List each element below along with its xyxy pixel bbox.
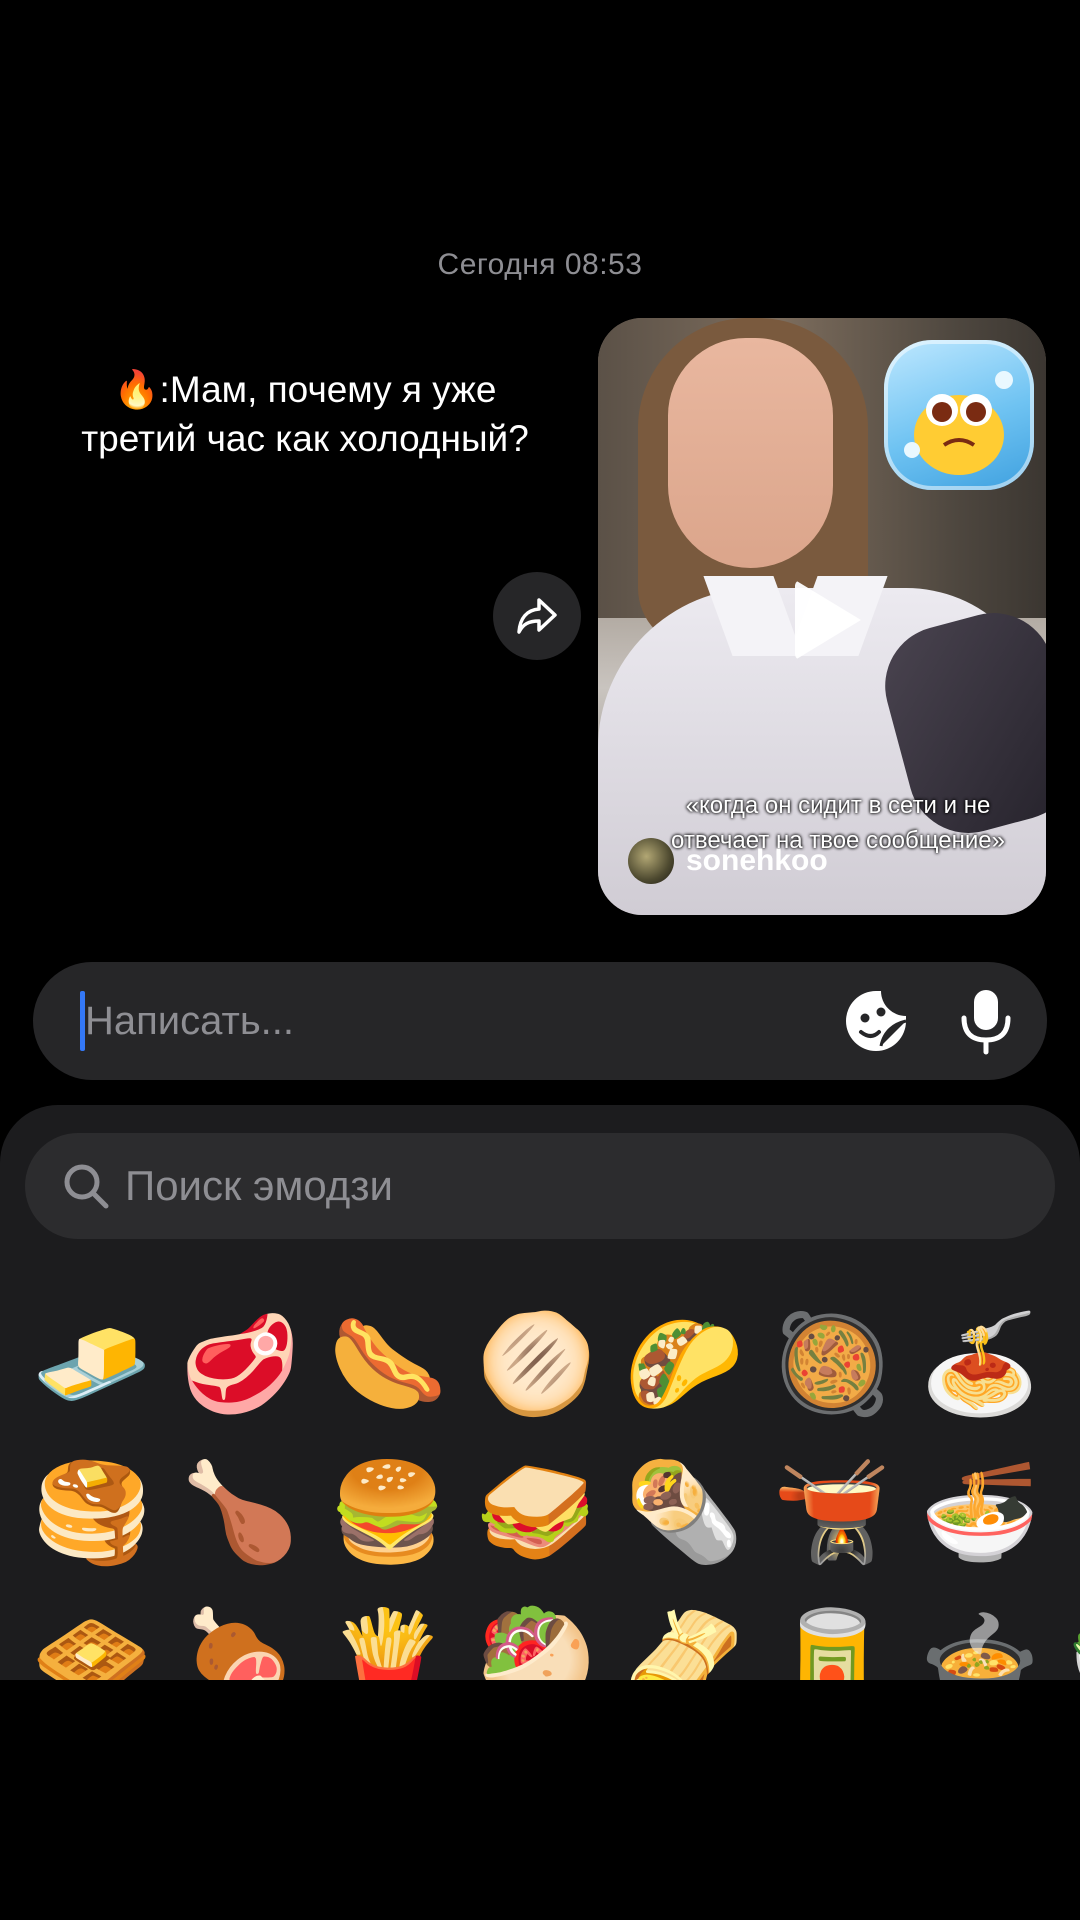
emoji-button[interactable]: 🥙 — [462, 1586, 610, 1680]
emoji-button[interactable]: 🍖 — [166, 1586, 314, 1680]
message-composer[interactable]: Написать... — [33, 962, 1047, 1080]
play-icon[interactable] — [795, 580, 861, 660]
emoji-button[interactable]: 🫕 — [758, 1438, 906, 1586]
emoji-button[interactable]: 🧇 — [18, 1586, 166, 1680]
video-person-face — [668, 338, 833, 568]
emoji-search-field[interactable]: Поиск эмодзи — [25, 1133, 1055, 1239]
emoji-button[interactable]: 🧈 — [18, 1290, 166, 1438]
emoji-button[interactable]: 🌮 — [610, 1290, 758, 1438]
emoji-button[interactable]: 🥫 — [758, 1586, 906, 1680]
emoji-button[interactable]: 🥗 — [1054, 1586, 1080, 1680]
emoji-button[interactable]: 🌭 — [314, 1290, 462, 1438]
share-arrow-icon — [517, 598, 557, 634]
microphone-button[interactable] — [951, 986, 1021, 1056]
emoji-button[interactable]: 🍟 — [314, 1586, 462, 1680]
share-button[interactable] — [493, 572, 581, 660]
emoji-button[interactable]: 🥪 — [462, 1438, 610, 1586]
author-name: sonehkoo — [686, 844, 828, 877]
emoji-button[interactable]: 🍗 — [166, 1438, 314, 1586]
emoji-picker: Поиск эмодзи 🧈🥩🌭🫓🌮🥘🍝🥚 🥞🍗🍔🥪🌯🫕🍜🧂 🧇🍖🍟🥙🫔🥫🍲🥗 — [0, 1105, 1080, 1680]
emoji-button[interactable]: 🥩 — [166, 1290, 314, 1438]
chat-screen: Сегодня 08:53 🔥:Мам, почему я уже третий… — [0, 0, 1080, 1920]
emoji-button[interactable]: 🍜 — [906, 1438, 1054, 1586]
author-avatar — [628, 838, 674, 884]
video-message[interactable]: «когда он сидит в сети и не отвечает на … — [598, 318, 1046, 915]
emoji-button[interactable]: 🥞 — [18, 1438, 166, 1586]
emoji-button[interactable]: 🥘 — [758, 1290, 906, 1438]
bottom-area — [0, 1680, 1080, 1920]
sticker-icon — [846, 991, 907, 1051]
emoji-button[interactable]: 🥚 — [1054, 1290, 1080, 1438]
emoji-button[interactable]: 🧂 — [1054, 1438, 1080, 1586]
emoji-button[interactable]: 🍔 — [314, 1438, 462, 1586]
microphone-icon — [961, 990, 1011, 1055]
emoji-grid: 🧈🥩🌭🫓🌮🥘🍝🥚 🥞🍗🍔🥪🌯🫕🍜🧂 🧇🍖🍟🥙🫔🥫🍲🥗 — [18, 1290, 1080, 1680]
emoji-button[interactable]: 🌯 — [610, 1438, 758, 1586]
video-overlay-caption: 🔥:Мам, почему я уже третий час как холод… — [81, 369, 529, 459]
emoji-button[interactable]: 🍲 — [906, 1586, 1054, 1680]
emoji-button[interactable]: 🫓 — [462, 1290, 610, 1438]
message-timestamp: Сегодня 08:53 — [437, 248, 643, 281]
emoji-button[interactable]: 🫔 — [610, 1586, 758, 1680]
message-input[interactable]: Написать... — [85, 962, 294, 1080]
video-author[interactable]: sonehkoo — [628, 838, 828, 884]
emoji-search-input[interactable]: Поиск эмодзи — [125, 1133, 393, 1239]
emoji-button[interactable]: 🍝 — [906, 1290, 1054, 1438]
search-icon — [64, 1164, 109, 1209]
sticker-button[interactable] — [841, 986, 911, 1056]
cold-face-sticker — [884, 340, 1034, 490]
